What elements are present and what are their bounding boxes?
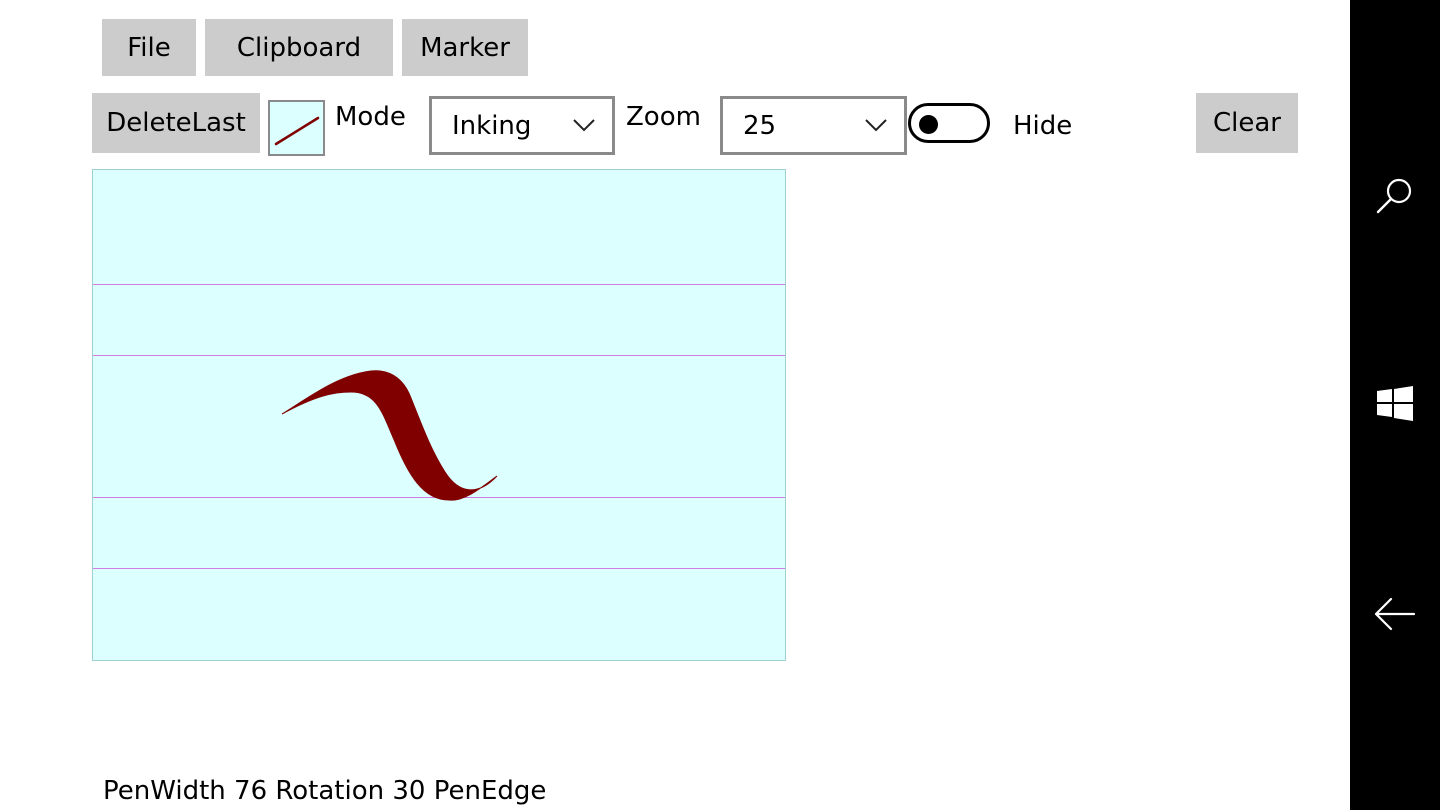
mode-dropdown[interactable]: Inking [429,96,615,155]
windows-icon [1377,386,1413,421]
pen-stroke-icon [274,116,320,146]
zoom-label: Zoom [626,102,701,132]
hide-label: Hide [1013,111,1073,141]
start-nav-button[interactable] [1350,386,1440,422]
clear-button[interactable]: Clear [1196,93,1298,153]
clipboard-button[interactable]: Clipboard [205,19,393,76]
status-text: PenWidth 76 Rotation 30 PenEdge [103,776,547,806]
mode-dropdown-value: Inking [452,110,532,141]
mode-label: Mode [335,102,406,132]
file-button[interactable]: File [102,19,196,76]
back-arrow-icon [1374,597,1416,631]
back-nav-button[interactable] [1350,596,1440,632]
delete-last-label: DeleteLast [106,108,246,138]
clear-button-label: Clear [1213,108,1281,138]
chevron-down-icon [573,119,595,132]
system-nav-bar [1350,0,1440,810]
marker-button-label: Marker [420,32,510,63]
clipboard-button-label: Clipboard [236,32,362,63]
ink-canvas[interactable] [92,169,786,661]
chevron-down-icon [865,119,887,132]
toggle-knob [919,115,938,134]
delete-last-button[interactable]: DeleteLast [92,93,260,153]
marker-button[interactable]: Marker [402,19,528,76]
zoom-dropdown[interactable]: 25 [720,96,907,155]
hide-toggle[interactable] [908,103,990,143]
search-nav-button[interactable] [1350,174,1440,218]
file-button-label: File [127,32,171,63]
pen-preview-button[interactable] [268,100,325,156]
zoom-dropdown-value: 25 [743,110,777,141]
search-icon [1376,178,1412,214]
ink-stroke [281,370,498,501]
